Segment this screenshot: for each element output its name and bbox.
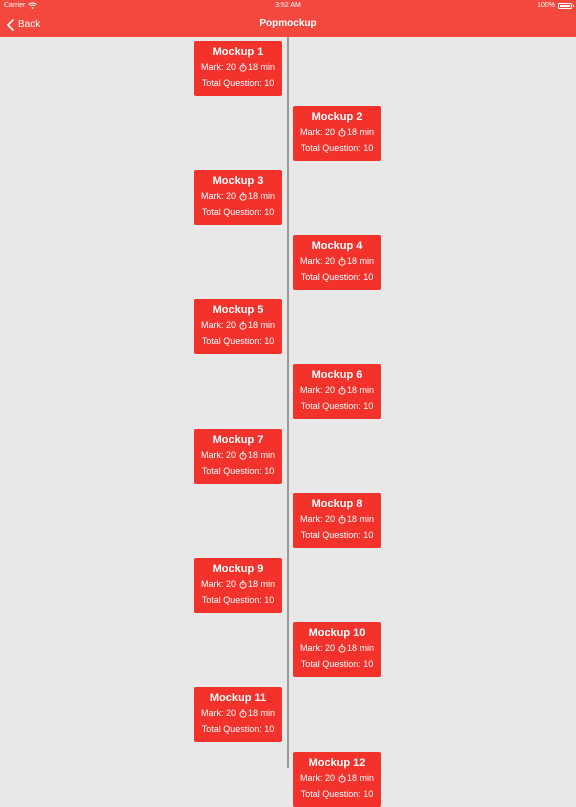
mockup-duration: 18 min [347,126,375,137]
mockup-title: Mockup 12 [308,756,366,769]
mockup-duration: 18 min [347,643,375,654]
mockup-title: Mockup 9 [212,562,264,575]
mockup-card[interactable]: Mockup 3 Mark: 20 18 min Total Question: 10 [194,170,282,226]
mockup-question-count: Total Question: 10 [300,659,374,670]
mockup-question-count: Total Question: 10 [201,724,275,734]
mockup-mark: Mark: 20 [200,320,236,331]
mockup-duration: 18 min [347,514,375,525]
mockup-mark-time: Mark: 20 18 min [293,643,381,654]
mockup-card[interactable]: Mockup 11 Mark: 20 18 min Total Question: 1… [194,687,282,742]
mockup-title: Mockup 6 [311,369,363,381]
mockup-card[interactable]: Mockup 8 Mark: 20 18 min Total Question: 10 [293,493,381,549]
status-bar: Carrier 3:52 AM 100% [0,0,576,12]
mockup-duration: 18 min [248,191,276,202]
mockup-card[interactable]: Mockup 4 Mark: 20 18 min Total Question: 10 [293,234,381,290]
mockup-question-count: Total Question: 10 [300,530,374,541]
mockup-duration: 18 min [248,449,276,460]
mockup-title: Mockup 2 [311,110,363,123]
mockup-card[interactable]: Mockup 12 Mark: 20 18 min Total Question: 1… [293,751,381,807]
mockup-mark: Mark: 20 [299,514,335,525]
mockup-duration: 18 min [248,62,276,72]
mockup-title: Mockup 4 [311,239,363,252]
mockup-mark: Mark: 20 [299,772,335,783]
stopwatch-icon [338,515,346,524]
mockup-mark-time: Mark: 20 18 min [293,773,381,784]
mockup-card[interactable]: Mockup 5 Mark: 20 18 min Total Question: 10 [194,299,282,355]
mockup-title: Mockup 10 [308,627,366,640]
mockup-mark-time: Mark: 20 18 min [293,127,381,138]
status-time: 3:52 AM [275,2,301,9]
mockup-mark-time: Mark: 20 18 min [194,62,282,73]
stopwatch-icon [239,321,247,331]
stopwatch-icon [239,63,247,72]
mockup-mark: Mark: 20 [200,191,236,202]
mockup-question-count: Total Question: 10 [300,788,374,799]
stopwatch-icon [338,257,346,266]
mockup-card[interactable]: Mockup 10 Mark: 20 18 min Total Question: 1… [293,622,381,678]
mockup-mark: Mark: 20 [299,385,335,395]
mockup-mark-time: Mark: 20 18 min [293,385,381,396]
mockup-mark-time: Mark: 20 18 min [194,708,282,719]
battery-status: 100% [537,2,574,9]
mockup-question-count: Total Question: 10 [300,401,374,411]
mockup-mark-time: Mark: 20 18 min [194,320,282,331]
mockup-mark-time: Mark: 20 18 min [194,450,282,461]
mockup-title: Mockup 3 [212,175,264,188]
mockup-duration: 18 min [347,385,375,395]
mockup-mark: Mark: 20 [299,126,335,137]
mockup-mark-time: Mark: 20 18 min [194,579,282,590]
mockup-question-count: Total Question: 10 [201,594,275,605]
stopwatch-icon [239,192,247,201]
stopwatch-icon [338,774,346,783]
mockup-mark: Mark: 20 [200,449,236,460]
mockup-mark-time: Mark: 20 18 min [293,256,381,267]
mockup-card[interactable]: Mockup 1 Mark: 20 18 min Total Question: 10 [194,41,282,96]
stopwatch-icon [239,580,247,589]
page-title: Popmockup [259,18,317,29]
mockup-card[interactable]: Mockup 7 Mark: 20 18 min Total Question: 10 [194,428,282,484]
mockup-duration: 18 min [248,578,276,589]
mockup-mark-time: Mark: 20 18 min [293,514,381,525]
timeline-line [287,37,289,768]
mockup-question-count: Total Question: 10 [201,336,275,347]
mockup-mark: Mark: 20 [200,578,236,589]
battery-icon [558,2,574,9]
stopwatch-icon [338,644,346,654]
stopwatch-icon [239,709,247,718]
mockup-title: Mockup 8 [311,498,363,511]
mockup-duration: 18 min [347,772,375,783]
mockup-mark-time: Mark: 20 18 min [194,191,282,202]
mockup-mark: Mark: 20 [299,255,335,266]
mockup-title: Mockup 5 [212,304,264,317]
mockup-mark: Mark: 20 [299,643,335,654]
mockup-duration: 18 min [347,255,375,266]
mockup-card[interactable]: Mockup 2 Mark: 20 18 min Total Question: 10 [293,105,381,161]
stopwatch-icon [338,386,346,395]
mockup-duration: 18 min [248,320,276,331]
stopwatch-icon [239,451,247,460]
mockup-question-count: Total Question: 10 [300,271,374,282]
mockup-card[interactable]: Mockup 6 Mark: 20 18 min Total Question: 10 [293,364,381,419]
mockup-question-count: Total Question: 10 [201,465,275,476]
mockup-question-count: Total Question: 10 [201,207,275,218]
mockup-title: Mockup 11 [209,692,267,704]
mockup-question-count: Total Question: 10 [201,78,275,88]
mockup-question-count: Total Question: 10 [300,142,374,153]
mockup-duration: 18 min [248,708,276,718]
stopwatch-icon [338,128,346,137]
navigation-bar: Back Popmockup [0,12,576,37]
mockup-title: Mockup 7 [212,433,264,446]
mockup-card[interactable]: Mockup 9 Mark: 20 18 min Total Question: 10 [194,557,282,613]
mockup-mark: Mark: 20 [200,62,236,72]
battery-percent: 100% [537,2,555,9]
mockup-title: Mockup 1 [212,46,264,58]
mockup-mark: Mark: 20 [200,708,236,718]
